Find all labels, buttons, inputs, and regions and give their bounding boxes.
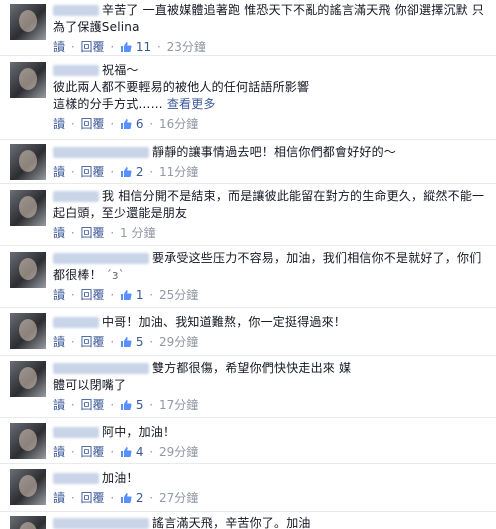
reply-link[interactable]: 回覆 (81, 335, 105, 349)
reply-link[interactable]: 回覆 (81, 398, 105, 412)
timestamp[interactable]: 27分鐘 (159, 491, 198, 505)
comment-actions: 讀 · 回覆 · 2 · 11分鐘 (53, 165, 199, 179)
like-link[interactable]: 讀 (53, 491, 65, 505)
like-count[interactable]: 2 (136, 165, 144, 179)
thumbs-up-icon[interactable] (120, 399, 132, 411)
timestamp[interactable]: 17分鐘 (159, 398, 198, 412)
like-link[interactable]: 讀 (53, 40, 65, 54)
comment-text: 祝福～ 彼此兩人都不要輕易的被他人的任何話語所影響 這樣的分手方式…… 查看更多 (53, 63, 310, 111)
commenter-name[interactable] (53, 5, 99, 16)
like-count[interactable]: 1 (136, 288, 144, 302)
timestamp[interactable]: 16分鐘 (159, 117, 198, 131)
comment-feed: 辛苦了 一直被媒體追著跑 惟恐天下不亂的謠言滿天飛 你卻選擇沉默 只為了保護Se… (0, 0, 496, 529)
timestamp[interactable]: 11分鐘 (159, 165, 198, 179)
comment-text: 阿中，加油！ (53, 424, 486, 441)
avatar[interactable] (10, 62, 46, 98)
reply-link[interactable]: 回覆 (81, 40, 105, 54)
comment-item: 阿中，加油！ 讀 · 回覆 · 4 · 29分鐘 (0, 418, 496, 464)
avatar[interactable] (10, 313, 46, 349)
like-link[interactable]: 讀 (53, 165, 65, 179)
comment-text: 雙方都很傷，希望你們快快走出來 媒體可以閉嘴了 (53, 361, 352, 392)
commenter-name[interactable] (53, 147, 149, 158)
thumbs-up-icon[interactable] (120, 289, 132, 301)
like-count[interactable]: 5 (136, 398, 144, 412)
comment-item: 靜靜的讓事情過去吧！相信你們都會好好的～ 讀 · 回覆 · 2 · 11分鐘 (0, 140, 496, 184)
comment-actions: 讀 · 回覆 · 5 · 29分鐘 (53, 335, 199, 349)
avatar[interactable] (10, 190, 46, 226)
comment-actions: 讀 · 回覆 · 5 · 17分鐘 (53, 398, 199, 412)
timestamp[interactable]: 29分鐘 (159, 335, 198, 349)
comment-text: 要承受这些压力不容易，加油，我们相信你不是就好了，你们都很棒！ ´ɜ` (53, 251, 482, 282)
commenter-name[interactable] (53, 473, 99, 484)
comment-text: 中哥！加油、我知道難熬，你一定挺得過來！ (53, 314, 486, 331)
like-count[interactable]: 4 (136, 445, 144, 459)
avatar[interactable] (10, 361, 46, 397)
like-link[interactable]: 讀 (53, 288, 65, 302)
like-link[interactable]: 讀 (53, 226, 65, 240)
see-more-link[interactable]: 查看更多 (167, 97, 216, 111)
like-count[interactable]: 5 (136, 335, 144, 349)
like-link[interactable]: 讀 (53, 117, 65, 131)
like-count[interactable]: 11 (136, 40, 151, 54)
like-count[interactable]: 2 (136, 491, 144, 505)
avatar[interactable] (10, 144, 46, 180)
comment-item: 加油！ 讀 · 回覆 · 2 · 27分鐘 (0, 464, 496, 512)
avatar[interactable] (10, 252, 46, 288)
emoticon: ´ɜ` (105, 268, 125, 282)
timestamp[interactable]: 29分鐘 (159, 445, 198, 459)
reply-link[interactable]: 回覆 (81, 445, 105, 459)
comment-item: 辛苦了 一直被媒體追著跑 惟恐天下不亂的謠言滿天飛 你卻選擇沉默 只為了保護Se… (0, 0, 496, 56)
avatar[interactable] (10, 516, 46, 529)
timestamp[interactable]: 25分鐘 (159, 288, 198, 302)
comment-actions: 讀 · 回覆 · 11 · 23分鐘 (53, 40, 206, 54)
comment-item: 我 相信分開不是結束，而是讓彼此能留在對方的生命更久，縱然不能一起白頭，至少還能… (0, 184, 496, 246)
avatar[interactable] (10, 4, 46, 40)
thumbs-up-icon[interactable] (120, 41, 132, 53)
comment-text: 我 相信分開不是結束，而是讓彼此能留在對方的生命更久，縱然不能一起白頭，至少還能… (53, 189, 485, 220)
comment-item: 謠言滿天飛，辛苦你了。加油 (0, 512, 496, 529)
timestamp[interactable]: 23分鐘 (167, 40, 206, 54)
reply-link[interactable]: 回覆 (81, 226, 105, 240)
comment-actions: 讀 · 回覆 · 6 · 16分鐘 (53, 117, 199, 131)
reply-link[interactable]: 回覆 (81, 288, 105, 302)
like-link[interactable]: 讀 (53, 335, 65, 349)
reply-link[interactable]: 回覆 (81, 491, 105, 505)
comment-text: 謠言滿天飛，辛苦你了。加油 (53, 515, 486, 529)
commenter-name[interactable] (53, 191, 99, 202)
reply-link[interactable]: 回覆 (81, 117, 105, 131)
commenter-name[interactable] (53, 65, 99, 76)
like-count[interactable]: 6 (136, 117, 144, 131)
comment-item: 中哥！加油、我知道難熬，你一定挺得過來！ 讀 · 回覆 · 5 · 29分鐘 (0, 308, 496, 356)
thumbs-up-icon[interactable] (120, 446, 132, 458)
like-link[interactable]: 讀 (53, 445, 65, 459)
like-link[interactable]: 讀 (53, 398, 65, 412)
comment-text: 辛苦了 一直被媒體追著跑 惟恐天下不亂的謠言滿天飛 你卻選擇沉默 只為了保護Se… (53, 3, 485, 34)
thumbs-up-icon[interactable] (120, 118, 132, 130)
commenter-name[interactable] (53, 518, 149, 529)
comment-actions: 讀 · 回覆 · 2 · 27分鐘 (53, 491, 199, 505)
commenter-name[interactable] (53, 427, 99, 438)
thumbs-up-icon[interactable] (120, 336, 132, 348)
comment-item: 雙方都很傷，希望你們快快走出來 媒體可以閉嘴了 讀 · 回覆 · 5 · 17分… (0, 356, 496, 418)
commenter-name[interactable] (53, 253, 149, 264)
avatar[interactable] (10, 423, 46, 459)
thumbs-up-icon[interactable] (120, 492, 132, 504)
commenter-name[interactable] (53, 363, 149, 374)
comment-actions: 讀 · 回覆 · 1 分鐘 (53, 226, 156, 240)
comment-item: 祝福～ 彼此兩人都不要輕易的被他人的任何話語所影響 這樣的分手方式…… 查看更多… (0, 56, 496, 140)
reply-link[interactable]: 回覆 (81, 165, 105, 179)
comment-item: 要承受这些压力不容易，加油，我们相信你不是就好了，你们都很棒！ ´ɜ` 讀 · … (0, 246, 496, 308)
commenter-name[interactable] (53, 317, 99, 328)
avatar[interactable] (10, 469, 46, 505)
comment-text: 加油！ (53, 470, 486, 487)
thumbs-up-icon[interactable] (120, 166, 132, 178)
timestamp[interactable]: 1 分鐘 (120, 226, 155, 240)
comment-actions: 讀 · 回覆 · 4 · 29分鐘 (53, 445, 199, 459)
comment-actions: 讀 · 回覆 · 1 · 25分鐘 (53, 288, 199, 302)
comment-text: 靜靜的讓事情過去吧！相信你們都會好好的～ (53, 144, 486, 161)
